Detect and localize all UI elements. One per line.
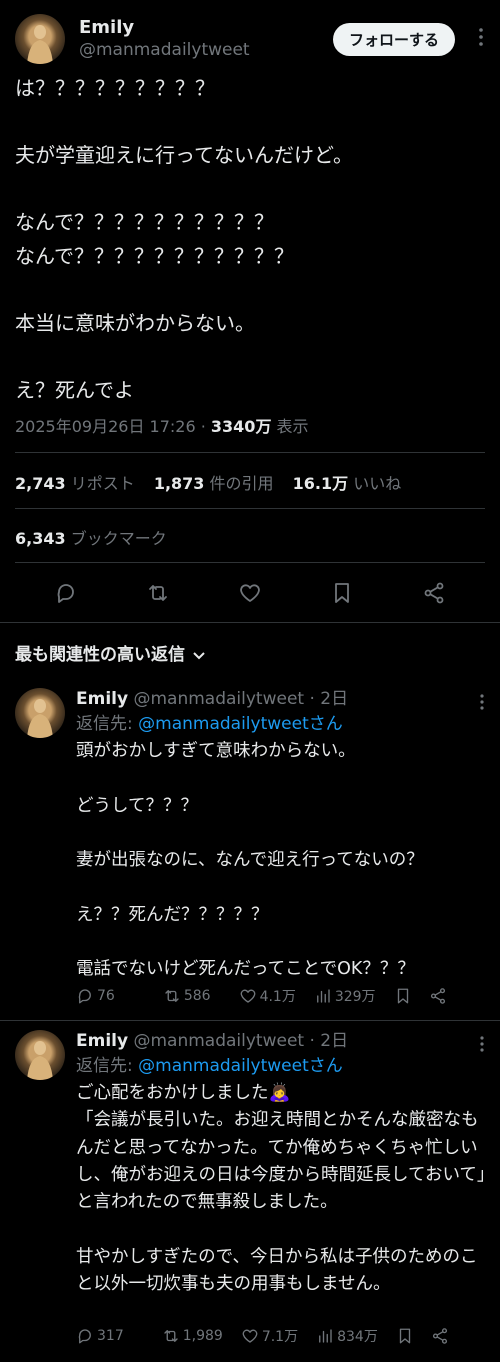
repost-action[interactable]: 1,989: [162, 1327, 223, 1345]
avatar[interactable]: [15, 14, 65, 64]
more-icon[interactable]: [479, 28, 483, 46]
like-action[interactable]: 4.1万: [239, 986, 296, 1006]
share-icon[interactable]: [416, 575, 452, 611]
divider: [15, 452, 485, 453]
author-name[interactable]: Emily: [76, 1031, 128, 1051]
views-icon: [316, 989, 330, 1003]
tweet-text: は？？？？？？？？？ 夫が学童迎えに行ってないんだけど。 なんで？？？？？？？？…: [15, 76, 353, 403]
like-icon: [242, 1329, 258, 1343]
divider: [0, 1020, 500, 1021]
reply-age[interactable]: · 2日: [309, 1031, 348, 1051]
author-handle[interactable]: @manmadailytweet: [133, 689, 304, 709]
reply-icon[interactable]: [48, 575, 84, 611]
bookmark-icon[interactable]: [394, 987, 415, 1005]
share-icon[interactable]: [429, 987, 450, 1005]
reply-actions: 76 586 4.1万 329万: [76, 984, 486, 1008]
reply-text: 頭がおかしすぎて意味わからない。 どうして？？？ 妻が出張なのに、なんで迎え行っ…: [76, 741, 424, 980]
main-tweet-header: Emily @manmadailytweet フォローする: [15, 14, 485, 64]
bookmark-icon[interactable]: [324, 575, 360, 611]
views-count: 3340万: [210, 417, 272, 436]
likes-stat[interactable]: 16.1万 いいね: [293, 474, 402, 493]
reply-header: Emily @manmadailytweet · 2日: [76, 1030, 486, 1052]
replies-sort-dropdown[interactable]: 最も関連性の高い返信: [15, 640, 205, 665]
divider: [15, 562, 485, 563]
reply-to-handle[interactable]: @manmadailytweetさん: [138, 714, 343, 734]
engagement-stats: 2,743 リポスト 1,873 件の引用 16.1万 いいね: [15, 470, 415, 494]
tweet-actions: [0, 575, 500, 611]
repost-icon[interactable]: [140, 575, 176, 611]
views-icon: [319, 1329, 332, 1343]
follow-button[interactable]: フォローする: [332, 22, 455, 56]
like-action[interactable]: 7.1万: [241, 1326, 298, 1346]
avatar[interactable]: [15, 1030, 65, 1080]
reposts-stat[interactable]: 2,743 リポスト: [15, 474, 135, 493]
timestamp[interactable]: 2025年09月26日 17:26: [15, 417, 196, 436]
views-action[interactable]: 834万: [316, 1326, 378, 1346]
divider: [15, 508, 485, 509]
author-handle[interactable]: @manmadailytweet: [79, 39, 333, 61]
reply-age[interactable]: · 2日: [309, 689, 348, 709]
bookmark-icon[interactable]: [396, 1327, 417, 1345]
avatar[interactable]: [15, 688, 65, 738]
like-icon[interactable]: [232, 575, 268, 611]
views-action[interactable]: 329万: [314, 986, 376, 1006]
author-name[interactable]: Emily: [79, 17, 333, 39]
author-name[interactable]: Emily: [76, 689, 128, 709]
views-label: 表示: [276, 417, 309, 436]
like-icon: [240, 989, 255, 1003]
reply-to: 返信先: @manmadailytweetさん: [76, 714, 343, 734]
reply-action[interactable]: 76: [76, 987, 115, 1005]
reply-icon: [78, 989, 91, 1004]
reply-icon: [78, 1329, 91, 1344]
author-handle[interactable]: @manmadailytweet: [133, 1031, 304, 1051]
reply-to: 返信先: @manmadailytweetさん: [76, 1056, 343, 1076]
reply-header: Emily @manmadailytweet · 2日: [76, 688, 486, 710]
reply-tweet[interactable]: Emily @manmadailytweet · 2日 返信先: @manmad…: [0, 1030, 500, 1362]
divider: [0, 622, 500, 623]
reply-text: ご心配をおかけしました🙇‍♀️ 「会議が長引いた。お迎え時間とかそんな厳密なもん…: [76, 1083, 486, 1295]
repost-action[interactable]: 586: [163, 987, 211, 1005]
repost-icon: [165, 990, 179, 1002]
chevron-down-icon: [193, 649, 205, 664]
share-icon[interactable]: [431, 1327, 452, 1345]
reply-to-handle[interactable]: @manmadailytweetさん: [138, 1056, 343, 1076]
reply-action[interactable]: 317: [76, 1327, 124, 1345]
reply-tweet[interactable]: Emily @manmadailytweet · 2日 返信先: @manmad…: [0, 688, 500, 1010]
reply-actions: 317 1,989 7.1万 834万: [76, 1324, 486, 1348]
bookmarks-stat[interactable]: 6,343 ブックマーク: [15, 525, 167, 549]
repost-icon: [164, 1330, 178, 1342]
tweet-meta: 2025年09月26日 17:26 · 3340万 表示: [15, 417, 309, 436]
quotes-stat[interactable]: 1,873 件の引用: [154, 474, 274, 493]
